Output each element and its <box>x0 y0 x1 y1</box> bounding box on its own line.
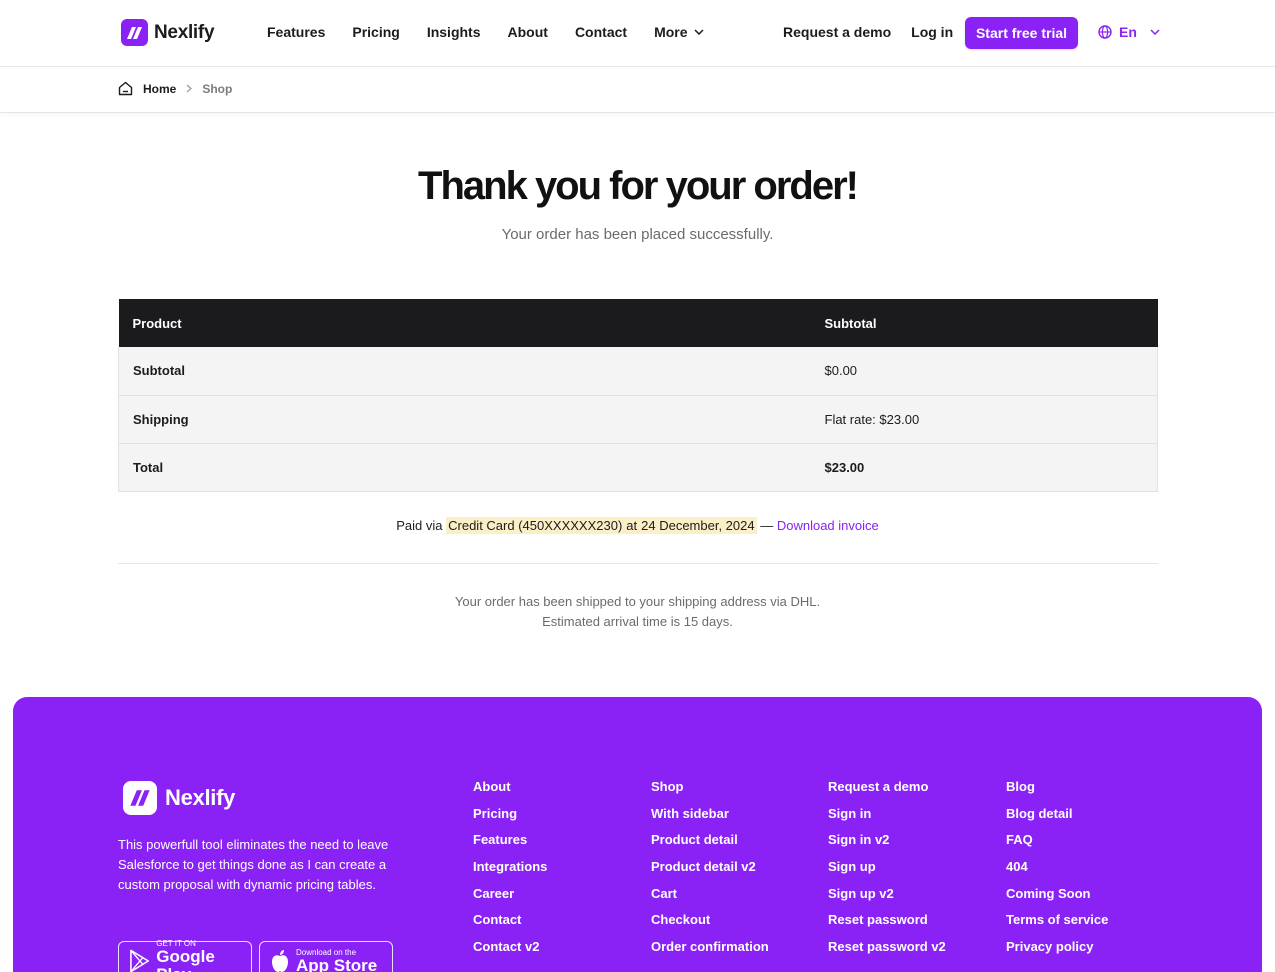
footer-link[interactable]: Request a demo <box>828 779 946 806</box>
footer-link[interactable]: Checkout <box>651 912 769 939</box>
app-store-text: Download on the App Store <box>296 948 377 972</box>
nav-more[interactable]: More <box>654 24 704 40</box>
login-link[interactable]: Log in <box>911 24 953 40</box>
footer-link[interactable]: Features <box>473 832 547 859</box>
footer-link[interactable]: Contact v2 <box>473 939 547 966</box>
google-play-big: Google Play <box>156 946 215 972</box>
footer-link[interactable]: Contact <box>473 912 547 939</box>
footer-description: This powerfull tool eliminates the need … <box>118 837 389 892</box>
footer-link[interactable]: Sign up v2 <box>828 886 946 913</box>
footer-link[interactable]: Cart <box>651 886 769 913</box>
globe-icon <box>1098 25 1112 39</box>
footer-column-company: About Pricing Features Integrations Care… <box>473 779 547 966</box>
footer-column-shop: Shop With sidebar Product detail Product… <box>651 779 769 966</box>
nav-insights[interactable]: Insights <box>427 24 481 40</box>
divider <box>118 563 1158 564</box>
payment-method: Credit Card (450XXXXXX230) <box>446 517 625 534</box>
shipping-note: Your order has been shipped to your ship… <box>0 592 1275 632</box>
breadcrumb-current: Shop <box>202 81 233 96</box>
request-demo-link[interactable]: Request a demo <box>783 24 891 40</box>
payment-prefix: Paid via <box>396 518 443 533</box>
footer-link[interactable]: Blog detail <box>1006 806 1108 833</box>
footer-link[interactable]: Terms of service <box>1006 912 1108 939</box>
order-summary-table: Product Subtotal Subtotal $0.00 Shipping… <box>118 299 1158 492</box>
chevron-right-icon <box>186 84 193 93</box>
table-header-row: Product Subtotal <box>118 299 1158 347</box>
footer-link[interactable]: Product detail <box>651 832 769 859</box>
footer-logo[interactable]: Nexlify <box>123 781 235 815</box>
footer-link[interactable]: About <box>473 779 547 806</box>
footer-link[interactable]: Career <box>473 886 547 913</box>
main-nav: Features Pricing Insights About Contact … <box>267 24 731 40</box>
footer-link[interactable]: Reset password <box>828 912 946 939</box>
app-store-big: App Store <box>296 955 378 972</box>
nav-about[interactable]: About <box>508 24 548 40</box>
footer-logo-text: Nexlify <box>165 785 236 810</box>
shipping-note-line: Your order has been shipped to your ship… <box>454 594 821 609</box>
app-store-button[interactable]: Download on the App Store <box>259 941 393 972</box>
payment-info: Paid via Credit Card (450XXXXXX230) at 24 … <box>0 517 1275 534</box>
nav-pricing[interactable]: Pricing <box>352 24 399 40</box>
footer-link[interactable]: Sign up <box>828 859 946 886</box>
row-label: Shipping <box>118 394 811 443</box>
footer-link[interactable]: Coming Soon <box>1006 886 1108 913</box>
footer-link[interactable]: Product detail v2 <box>651 859 769 886</box>
right-nav: Request a demo Log in <box>783 24 953 40</box>
google-play-text: GET IT ON Google Play <box>156 939 251 972</box>
chevron-down-icon <box>1150 29 1160 35</box>
breadcrumb-home[interactable]: Home <box>143 82 176 96</box>
language-label: En <box>1119 24 1137 40</box>
site-header: Nexlify Features Pricing Insights About … <box>0 0 1275 67</box>
language-selector[interactable]: En <box>1098 24 1160 40</box>
google-play-button[interactable]: GET IT ON Google Play <box>118 939 252 972</box>
chevron-down-icon <box>693 29 704 35</box>
payment-date: 24 December, 2024 <box>639 517 757 534</box>
nav-contact[interactable]: Contact <box>575 24 627 40</box>
footer-link[interactable]: Sign in <box>828 806 946 833</box>
row-value: $23.00 <box>810 442 1158 492</box>
row-label: Subtotal <box>118 347 811 395</box>
payment-dash: — <box>760 518 774 533</box>
footer-link[interactable]: Sign in v2 <box>828 832 946 859</box>
start-trial-button[interactable]: Start free trial <box>965 17 1078 49</box>
column-header-subtotal: Subtotal <box>810 299 1158 347</box>
footer-link[interactable]: Order confirmation <box>651 939 769 966</box>
row-label: Total <box>118 442 811 492</box>
row-value: Flat rate: $23.00 <box>810 394 1158 443</box>
table-row: Total $23.00 <box>118 442 1158 492</box>
google-play-icon <box>130 949 150 972</box>
table-row: Shipping Flat rate: $23.00 <box>118 394 1158 443</box>
footer-link[interactable]: With sidebar <box>651 806 769 833</box>
footer-column-resources: Blog Blog detail FAQ 404 Coming Soon Ter… <box>1006 779 1108 966</box>
footer-link[interactable]: Integrations <box>473 859 547 886</box>
site-footer: Nexlify This powerfull tool eliminates t… <box>13 697 1262 972</box>
footer-column-account: Request a demo Sign in Sign in v2 Sign u… <box>828 779 946 966</box>
logo-icon <box>123 781 157 815</box>
download-invoice-link[interactable]: Download invoice <box>777 518 879 533</box>
page-title: Thank you for your order! <box>418 164 859 208</box>
row-value: $0.00 <box>810 347 1158 395</box>
footer-link[interactable]: Reset password v2 <box>828 939 946 966</box>
home-icon <box>118 81 133 96</box>
logo-icon <box>121 19 148 46</box>
footer-link[interactable]: 404 <box>1006 859 1108 886</box>
logo-link[interactable]: Nexlify <box>121 19 215 46</box>
table-row: Subtotal $0.00 <box>118 347 1158 395</box>
page-subtitle: Your order has been placed successfully. <box>501 226 774 243</box>
footer-link[interactable]: FAQ <box>1006 832 1108 859</box>
payment-at: at <box>624 517 640 534</box>
nav-features[interactable]: Features <box>267 24 325 40</box>
footer-link[interactable]: Pricing <box>473 806 547 833</box>
breadcrumb: Home Shop <box>118 81 232 96</box>
footer-link[interactable]: Shop <box>651 779 769 806</box>
footer-link[interactable]: Blog <box>1006 779 1108 806</box>
footer-link[interactable]: Privacy policy <box>1006 939 1108 966</box>
nav-more-label: More <box>654 24 688 40</box>
shipping-note-line: Estimated arrival time is 15 days. <box>542 614 733 629</box>
breadcrumb-bar: Home Shop <box>0 67 1275 113</box>
apple-icon <box>272 950 288 972</box>
logo-text: Nexlify <box>154 21 215 43</box>
column-header-product: Product <box>118 299 811 347</box>
